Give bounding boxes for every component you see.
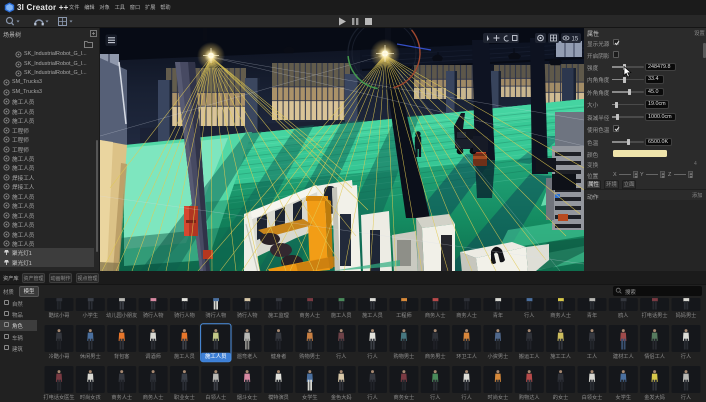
svg-text:施工工人: 施工工人 [550, 352, 571, 360]
svg-text:施工监理: 施工监理 [268, 311, 290, 319]
svg-text:骑行人物: 骑行人物 [237, 311, 258, 319]
svg-text:打电话女医生: 打电话女医生 [43, 393, 74, 401]
svg-text:商务人士: 商务人士 [456, 311, 477, 319]
svg-text:商务男士: 商务男士 [425, 352, 446, 360]
svg-text:冷酷小哥: 冷酷小哥 [49, 352, 70, 360]
svg-text:购物男士: 购物男士 [394, 352, 415, 360]
svg-text:商务人士: 商务人士 [550, 311, 571, 319]
svg-text:时尚女士: 时尚女士 [488, 393, 509, 401]
svg-text:施工人员: 施工人员 [205, 352, 227, 360]
svg-text:行人: 行人 [524, 311, 534, 319]
svg-text:商务人士: 商务人士 [111, 393, 132, 401]
svg-text:骑行人物: 骑行人物 [205, 311, 226, 319]
svg-text:施工人员: 施工人员 [362, 311, 383, 319]
svg-text:商务人士: 商务人士 [299, 311, 320, 319]
svg-text:模特演员: 模特演员 [268, 393, 289, 401]
svg-text:行人: 行人 [336, 352, 346, 360]
svg-text:行人: 行人 [461, 393, 471, 401]
svg-text:工程师: 工程师 [396, 311, 412, 319]
svg-text:幼儿园小朋友: 幼儿园小朋友 [106, 311, 137, 319]
svg-text:白领女士: 白领女士 [582, 393, 603, 401]
svg-text:女学生: 女学生 [302, 393, 318, 401]
svg-text:青年: 青年 [587, 311, 597, 319]
svg-text:行人: 行人 [367, 352, 377, 360]
svg-text:行人: 行人 [430, 393, 440, 401]
svg-text:妈妈男士: 妈妈男士 [676, 311, 697, 319]
svg-text:小学生: 小学生 [83, 311, 99, 319]
svg-text:购物达人: 购物达人 [519, 393, 540, 401]
svg-text:金发大妈: 金发大妈 [644, 393, 665, 401]
svg-text:职业女士: 职业女士 [174, 393, 195, 401]
svg-text:情侣工人: 情侣工人 [644, 352, 665, 360]
svg-text:15: 15 [572, 37, 579, 43]
svg-text:青年: 青年 [493, 311, 503, 319]
svg-text:打电话男士: 打电话男士 [642, 311, 668, 319]
svg-text:酷炫小哥: 酷炫小哥 [49, 311, 70, 319]
svg-text:调酒师: 调酒师 [145, 352, 161, 360]
svg-text:鸥人: 鸥人 [618, 311, 628, 319]
svg-text:金色大妈: 金色大妈 [331, 393, 352, 401]
svg-text:商务女士: 商务女士 [394, 393, 415, 401]
svg-text:时尚女孩: 时尚女孩 [80, 393, 101, 401]
svg-text:遛弯老人: 遛弯老人 [237, 352, 258, 360]
svg-text:购物男士: 购物男士 [299, 352, 320, 360]
svg-text:行人: 行人 [681, 393, 691, 401]
svg-text:健身者: 健身者 [271, 352, 287, 360]
svg-text:背包客: 背包客 [114, 352, 130, 360]
svg-text:行人: 行人 [681, 352, 691, 360]
svg-text:工人: 工人 [587, 353, 597, 360]
svg-text:小资男士: 小资男士 [488, 352, 509, 360]
svg-text:女学生: 女学生 [616, 393, 632, 401]
svg-text:骑行人物: 骑行人物 [174, 311, 195, 319]
svg-text:施工人员: 施工人员 [174, 352, 195, 360]
svg-text:商务人士: 商务人士 [143, 393, 164, 401]
svg-text:的女士: 的女士 [553, 393, 569, 401]
svg-text:休闲男士: 休闲男士 [80, 352, 101, 360]
svg-text:商务人士: 商务人士 [425, 311, 446, 319]
svg-text:白领人士: 白领人士 [205, 393, 226, 401]
svg-text:建材工人: 建材工人 [613, 352, 634, 360]
svg-text:搬运工人: 搬运工人 [519, 352, 540, 360]
svg-text:骑行人物: 骑行人物 [143, 311, 164, 319]
svg-text:行人: 行人 [367, 393, 377, 401]
svg-text:施工人员: 施工人员 [331, 311, 352, 319]
svg-text:烟斗女士: 烟斗女士 [237, 393, 258, 401]
svg-text:环卫工人: 环卫工人 [456, 353, 477, 360]
